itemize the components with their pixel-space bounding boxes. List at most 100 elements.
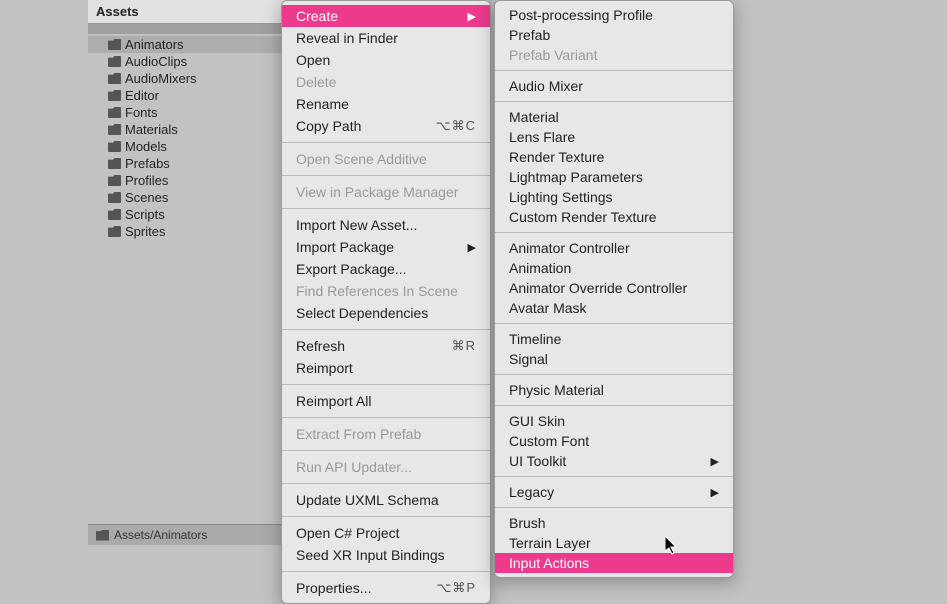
- submenu-item-timeline[interactable]: Timeline: [495, 329, 733, 349]
- menu-item-select-dependencies[interactable]: Select Dependencies: [282, 302, 490, 324]
- menu-item-label: Reveal in Finder: [296, 30, 398, 46]
- submenu-item-custom-font[interactable]: Custom Font: [495, 431, 733, 451]
- submenu-item-lens-flare[interactable]: Lens Flare: [495, 127, 733, 147]
- menu-item-label: Import Package: [296, 239, 394, 255]
- asset-item-label: Profiles: [125, 173, 168, 188]
- submenu-item-input-actions[interactable]: Input Actions: [495, 553, 733, 573]
- menu-separator: [282, 142, 490, 143]
- menu-item-open-c-project[interactable]: Open C# Project: [282, 522, 490, 544]
- menu-item-label: Avatar Mask: [509, 300, 587, 316]
- chevron-right-icon: ▶: [711, 455, 719, 468]
- menu-separator: [495, 507, 733, 508]
- menu-item-label: Timeline: [509, 331, 561, 347]
- menu-item-update-uxml-schema[interactable]: Update UXML Schema: [282, 489, 490, 511]
- menu-separator: [495, 323, 733, 324]
- submenu-item-lightmap-parameters[interactable]: Lightmap Parameters: [495, 167, 733, 187]
- submenu-item-gui-skin[interactable]: GUI Skin: [495, 411, 733, 431]
- submenu-item-custom-render-texture[interactable]: Custom Render Texture: [495, 207, 733, 227]
- menu-separator: [282, 516, 490, 517]
- submenu-item-signal[interactable]: Signal: [495, 349, 733, 369]
- asset-item-label: AudioClips: [125, 54, 187, 69]
- submenu-item-material[interactable]: Material: [495, 107, 733, 127]
- menu-item-rename[interactable]: Rename: [282, 93, 490, 115]
- menu-item-create[interactable]: Create▶: [282, 5, 490, 27]
- menu-separator: [495, 232, 733, 233]
- menu-item-copy-path[interactable]: Copy Path ⌥⌘C: [282, 115, 490, 137]
- menu-separator: [282, 450, 490, 451]
- menu-item-export-package[interactable]: Export Package...: [282, 258, 490, 280]
- menu-item-label: UI Toolkit: [509, 453, 566, 469]
- submenu-item-prefab[interactable]: Prefab: [495, 25, 733, 45]
- menu-item-label: Open: [296, 52, 330, 68]
- submenu-item-physic-material[interactable]: Physic Material: [495, 380, 733, 400]
- submenu-item-animator-controller[interactable]: Animator Controller: [495, 238, 733, 258]
- folder-icon: [108, 175, 121, 186]
- submenu-item-animation[interactable]: Animation: [495, 258, 733, 278]
- menu-item-seed-xr-input-bindings[interactable]: Seed XR Input Bindings: [282, 544, 490, 566]
- menu-separator: [495, 405, 733, 406]
- submenu-item-post-processing-profile[interactable]: Post-processing Profile: [495, 5, 733, 25]
- folder-icon: [108, 192, 121, 203]
- context-menu: Create▶Reveal in FinderOpenDeleteRenameC…: [281, 0, 491, 604]
- menu-item-label: Lightmap Parameters: [509, 169, 643, 185]
- menu-separator: [282, 417, 490, 418]
- menu-item-reimport[interactable]: Reimport: [282, 357, 490, 379]
- menu-item-label: Refresh: [296, 338, 345, 354]
- chevron-right-icon: ▶: [711, 486, 719, 499]
- folder-icon: [108, 158, 121, 169]
- menu-item-label: Lens Flare: [509, 129, 575, 145]
- menu-separator: [282, 384, 490, 385]
- menu-item-label: GUI Skin: [509, 413, 565, 429]
- menu-item-import-package[interactable]: Import Package▶: [282, 236, 490, 258]
- asset-item-label: Fonts: [125, 105, 158, 120]
- menu-separator: [282, 175, 490, 176]
- menu-item-label: Copy Path: [296, 118, 361, 134]
- menu-item-label: Terrain Layer: [509, 535, 591, 551]
- menu-separator: [282, 208, 490, 209]
- menu-item-label: Post-processing Profile: [509, 7, 653, 23]
- create-submenu: Post-processing Profile PrefabPrefab Vari…: [494, 0, 734, 578]
- submenu-item-avatar-mask[interactable]: Avatar Mask: [495, 298, 733, 318]
- menu-separator: [495, 101, 733, 102]
- menu-item-import-new-asset[interactable]: Import New Asset...: [282, 214, 490, 236]
- menu-item-label: Brush: [509, 515, 546, 531]
- menu-item-label: Open C# Project: [296, 525, 400, 541]
- menu-item-delete: Delete: [282, 71, 490, 93]
- menu-item-label: Input Actions: [509, 555, 589, 571]
- menu-item-label: Export Package...: [296, 261, 407, 277]
- asset-item-label: Scenes: [125, 190, 168, 205]
- menu-item-open[interactable]: Open: [282, 49, 490, 71]
- chevron-right-icon: ▶: [468, 10, 476, 23]
- menu-separator: [495, 70, 733, 71]
- submenu-item-prefab-variant: Prefab Variant: [495, 45, 733, 65]
- menu-shortcut: ⌥⌘P: [436, 580, 476, 596]
- folder-icon: [108, 141, 121, 152]
- menu-item-label: Animator Controller: [509, 240, 630, 256]
- menu-item-label: Properties...: [296, 580, 371, 596]
- submenu-item-terrain-layer[interactable]: Terrain Layer: [495, 533, 733, 553]
- menu-item-label: Extract From Prefab: [296, 426, 421, 442]
- asset-item-label: Sprites: [125, 224, 165, 239]
- submenu-item-legacy[interactable]: Legacy ▶: [495, 482, 733, 502]
- submenu-item-brush[interactable]: Brush: [495, 513, 733, 533]
- menu-item-refresh[interactable]: Refresh⌘R: [282, 335, 490, 357]
- submenu-item-ui-toolkit[interactable]: UI Toolkit ▶: [495, 451, 733, 471]
- menu-item-label: Reimport All: [296, 393, 371, 409]
- menu-item-label: Reimport: [296, 360, 353, 376]
- menu-item-reimport-all[interactable]: Reimport All: [282, 390, 490, 412]
- menu-item-run-api-updater: Run API Updater...: [282, 456, 490, 478]
- submenu-item-render-texture[interactable]: Render Texture: [495, 147, 733, 167]
- submenu-item-lighting-settings[interactable]: Lighting Settings: [495, 187, 733, 207]
- menu-separator: [282, 329, 490, 330]
- submenu-item-audio-mixer[interactable]: Audio Mixer: [495, 76, 733, 96]
- asset-item-label: Animators: [125, 37, 184, 52]
- menu-item-properties[interactable]: Properties... ⌥⌘P: [282, 577, 490, 599]
- menu-item-reveal-in-finder[interactable]: Reveal in Finder: [282, 27, 490, 49]
- folder-icon: [108, 226, 121, 237]
- menu-item-label: Legacy: [509, 484, 554, 500]
- submenu-item-animator-override-controller[interactable]: Animator Override Controller: [495, 278, 733, 298]
- menu-item-open-scene-additive: Open Scene Additive: [282, 148, 490, 170]
- menu-shortcut: ⌥⌘C: [436, 118, 476, 134]
- asset-item-label: AudioMixers: [125, 71, 197, 86]
- folder-icon: [108, 56, 121, 67]
